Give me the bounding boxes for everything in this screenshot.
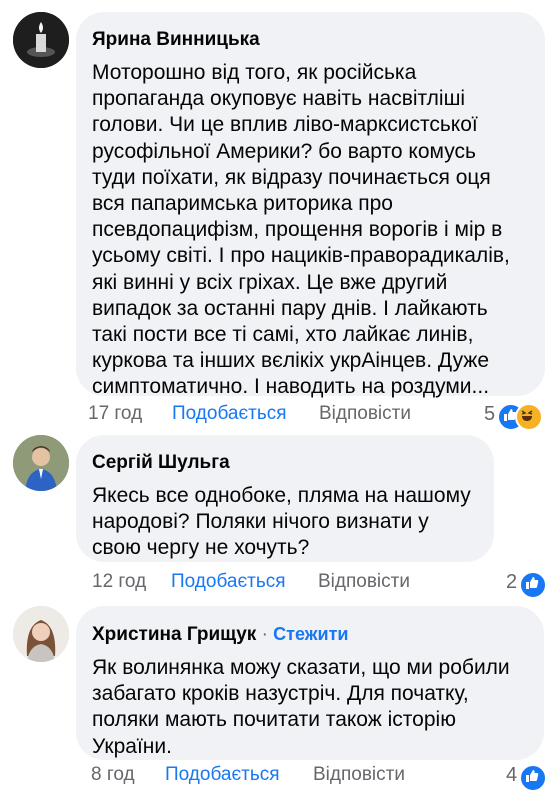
- follow-button[interactable]: Стежити: [273, 624, 348, 644]
- comment-time[interactable]: 17 год: [88, 403, 142, 425]
- comment-actions: 8 год Подобається Відповісти 4: [88, 764, 547, 792]
- comment-text: Моторошно від того, як російська пропага…: [92, 61, 510, 399]
- comment-bubble: Ярина Винницька Моторошно від того, як р…: [76, 12, 545, 398]
- reactions-count[interactable]: 5: [484, 403, 495, 426]
- comment-time[interactable]: 8 год: [91, 764, 135, 786]
- avatar[interactable]: [13, 435, 69, 491]
- avatar[interactable]: [13, 606, 69, 662]
- reply-button[interactable]: Відповісти: [318, 571, 410, 593]
- separator-dot: ·: [261, 624, 268, 645]
- comment-time[interactable]: 12 год: [92, 571, 146, 593]
- comment-author-row: Христина Грищук · Стежити: [92, 622, 524, 647]
- candle-avatar-icon: [13, 12, 69, 68]
- like-button[interactable]: Подобається: [171, 571, 286, 593]
- comment-bubble: Сергій Шульга Якесь все однобоке, пляма …: [76, 435, 494, 562]
- reactions-count[interactable]: 4: [506, 764, 517, 787]
- comment-author[interactable]: Христина Грищук: [92, 624, 256, 645]
- reply-button[interactable]: Відповісти: [319, 403, 411, 425]
- comment-actions: 17 год Подобається Відповісти 5: [88, 403, 545, 431]
- comment-author[interactable]: Ярина Винницька: [92, 28, 525, 52]
- comment-bubble: Христина Грищук · Стежити Як волинянка м…: [76, 606, 544, 760]
- haha-icon[interactable]: [515, 403, 543, 431]
- person-avatar-icon: [13, 435, 69, 491]
- reactions-count[interactable]: 2: [506, 571, 517, 594]
- comment-actions: 12 год Подобається Відповісти 2: [88, 571, 547, 599]
- reply-button[interactable]: Відповісти: [313, 764, 405, 786]
- like-icon[interactable]: [519, 764, 547, 792]
- like-icon[interactable]: [519, 571, 547, 599]
- avatar[interactable]: [13, 12, 69, 68]
- comment-author[interactable]: Сергій Шульга: [92, 451, 474, 475]
- like-button[interactable]: Подобається: [165, 764, 280, 786]
- comment-text: Якесь все однобоке, пляма на нашому наро…: [92, 484, 471, 560]
- person-avatar-icon: [13, 606, 69, 662]
- comment-text: Як волинянка можу сказати, що ми робили …: [92, 656, 510, 758]
- like-button[interactable]: Подобається: [172, 403, 287, 425]
